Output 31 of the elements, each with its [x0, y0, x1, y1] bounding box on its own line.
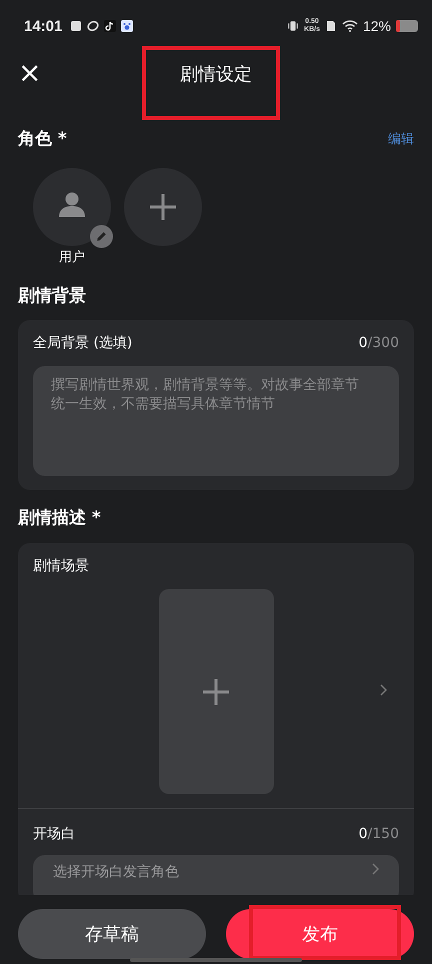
music-note-icon: [104, 20, 116, 32]
save-draft-button[interactable]: 存草稿: [18, 909, 206, 959]
wifi-icon: [342, 20, 358, 32]
chevron-right-icon: [371, 863, 379, 875]
section-title: 剧情背景: [18, 285, 87, 307]
pencil-icon: [95, 230, 108, 243]
char-counter: 0/300: [358, 335, 399, 351]
page-title: 剧情设定: [180, 63, 252, 86]
plus-icon: [149, 193, 177, 221]
field-label: 剧情场景: [33, 557, 90, 575]
background-input[interactable]: 撰写剧情世界观，剧情背景等等。对故事全部章节统一生效，不需要描写具体章节情节: [33, 366, 399, 476]
char-counter: 0/150: [358, 826, 399, 842]
field-label: 全局背景 (选填): [33, 334, 132, 352]
battery-icon: [396, 20, 418, 32]
section-title: 剧情描述 *: [18, 507, 102, 529]
person-icon: [59, 191, 85, 217]
field-label: 开场白: [33, 825, 75, 843]
edit-badge[interactable]: [90, 225, 113, 248]
publish-button[interactable]: 发布: [226, 909, 414, 959]
sim-card-icon: [324, 20, 337, 32]
section-title: 角色 *: [18, 128, 67, 150]
paw-icon: [121, 20, 134, 32]
battery-percent: 12%: [362, 18, 391, 34]
edit-link[interactable]: 编辑: [388, 130, 414, 148]
role-name: 用户: [59, 249, 85, 266]
speaker-select[interactable]: 选择开场白发言角色: [33, 855, 399, 895]
close-button[interactable]: ×: [12, 58, 48, 88]
chevron-right-icon[interactable]: [379, 684, 387, 696]
vibrate-icon: [287, 20, 300, 32]
plus-icon: [202, 678, 230, 706]
status-time: 14:01: [24, 18, 62, 34]
